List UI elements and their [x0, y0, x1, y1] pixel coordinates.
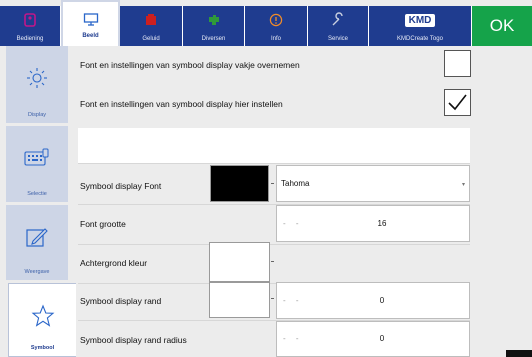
star-icon [9, 298, 76, 334]
monitor-icon [63, 8, 118, 30]
keyboard-icon [6, 140, 68, 176]
font-size-label: Font grootte [80, 219, 126, 229]
font-select[interactable]: Tahoma ▾ [276, 165, 470, 202]
pen-edit-icon [6, 219, 68, 255]
speaker-icon [120, 9, 182, 31]
side-nav: Display Selectie Weergave Symbool [0, 46, 76, 357]
sidenav-item-display[interactable]: Display [6, 46, 68, 126]
bg-color-swatch[interactable] [209, 242, 270, 282]
tab-diversen[interactable]: Diversen [183, 6, 245, 46]
wrench-icon [308, 9, 368, 31]
font-label: Symbool display Font [80, 181, 162, 191]
tab-info[interactable]: Info [245, 6, 308, 46]
tab-beeld[interactable]: Beeld [61, 0, 120, 46]
font-select-value: Tahoma [281, 179, 310, 188]
kmd-logo: KMD [369, 9, 471, 31]
tab-service[interactable]: Service [308, 6, 369, 46]
swatch-tick [271, 183, 274, 184]
blank-strip [78, 128, 470, 163]
take-over-checkbox[interactable] [444, 50, 471, 77]
chevron-down-icon: ▾ [461, 181, 465, 188]
sidenav-item-symbool[interactable]: Symbool [8, 283, 76, 357]
tab-label: Service [327, 36, 348, 42]
sidenav-label: Display [27, 112, 47, 118]
border-stepper[interactable]: - - 0 [276, 282, 470, 319]
tab-label: Info [270, 36, 281, 42]
font-size-stepper[interactable]: - - 16 [276, 205, 470, 242]
tab-label: Beeld [82, 33, 99, 39]
radius-stepper[interactable]: - - 0 [276, 321, 470, 357]
divider [78, 163, 470, 164]
corner-mark [506, 350, 532, 357]
sidenav-label: Symbool [30, 345, 55, 351]
settings-panel: Font en instellingen van symbool display… [76, 46, 532, 357]
sidenav-label: Weergave [24, 269, 50, 275]
info-icon [245, 9, 307, 31]
font-size-value: 16 [377, 218, 387, 228]
border-label: Symbool display rand [80, 296, 162, 306]
tab-label: Bediening [16, 36, 44, 42]
divider [78, 244, 470, 245]
tab-kmdcreate-togo[interactable]: KMD KMDCreate Togo [369, 6, 472, 46]
border-value: 0 [379, 295, 385, 305]
remote-icon [0, 9, 60, 31]
swatch-tick [271, 298, 274, 299]
tab-label: Diversen [201, 36, 226, 42]
radius-value: 0 [379, 334, 385, 343]
font-color-swatch[interactable] [210, 165, 269, 202]
set-here-checkbox[interactable] [444, 89, 471, 116]
take-over-label: Font en instellingen van symbool display… [80, 60, 300, 70]
sidenav-label: Selectie [27, 191, 47, 197]
sidenav-item-selectie[interactable]: Selectie [6, 126, 68, 205]
radius-label: Symbool display rand radius [80, 335, 187, 345]
tab-label: KMDCreate Togo [397, 36, 443, 42]
swatch-tick [271, 261, 274, 262]
tab-geluid[interactable]: Geluid [120, 6, 183, 46]
sun-icon [6, 60, 68, 96]
checkmark-icon [448, 94, 467, 111]
set-here-label: Font en instellingen van symbool display… [80, 99, 283, 109]
tab-bediening[interactable]: Bediening [0, 6, 61, 46]
tab-label: Geluid [142, 36, 160, 42]
puzzle-icon [183, 9, 244, 31]
border-color-swatch[interactable] [209, 282, 270, 318]
sidenav-item-weergave[interactable]: Weergave [6, 205, 68, 283]
top-tab-bar: Bediening Beeld Geluid Diversen Info Ser… [0, 0, 532, 46]
ok-button[interactable]: OK [472, 6, 532, 46]
bg-color-label: Achtergrond kleur [80, 258, 148, 268]
